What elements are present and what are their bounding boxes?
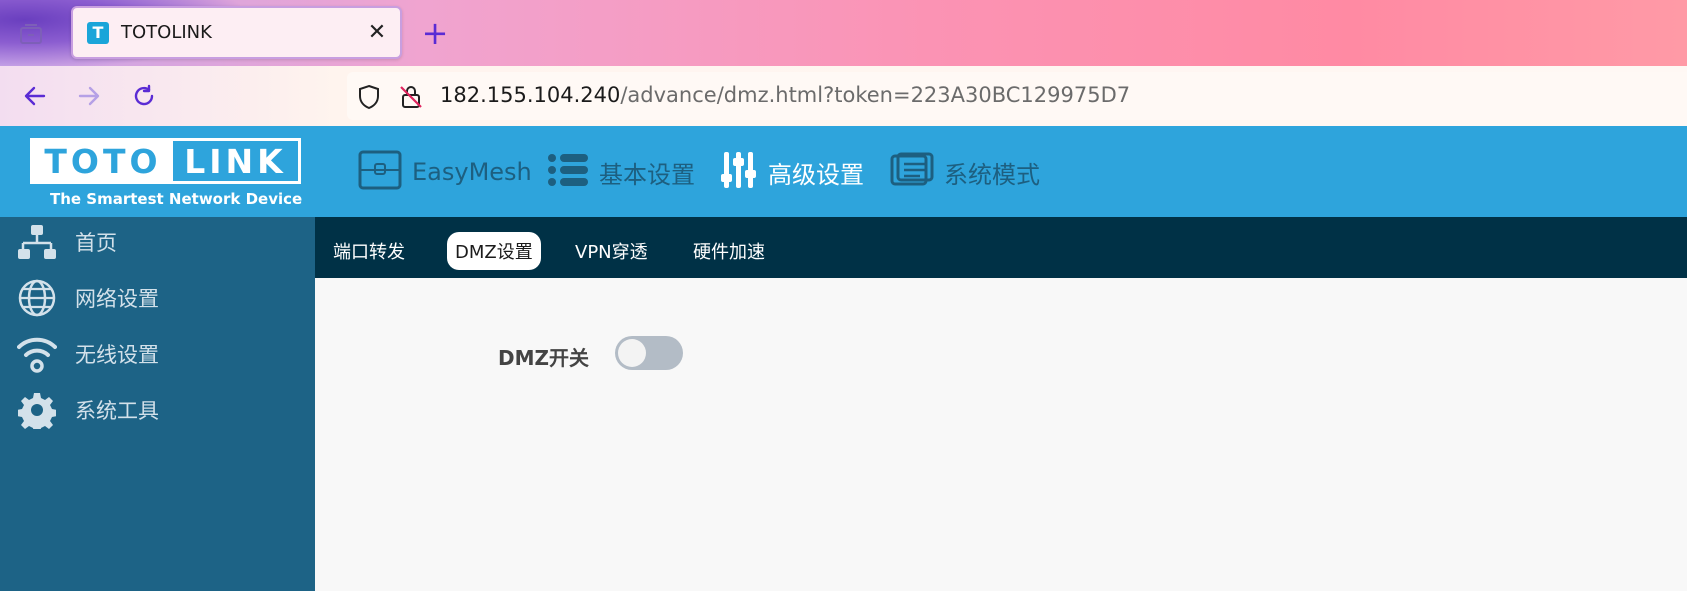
topnav-system-mode[interactable]: 系统模式 [890,150,1040,194]
browser-nav-bar: 182.155.104.240/advance/dmz.html?token=2… [0,66,1687,126]
tab-overview-icon[interactable] [16,20,46,48]
dmz-toggle-switch[interactable] [615,336,683,370]
close-icon[interactable]: ✕ [364,20,390,45]
shield-icon[interactable] [357,84,381,114]
sidebar-item-home[interactable]: 首页 [0,217,315,267]
tab-dmz-settings[interactable]: DMZ设置 [447,232,541,270]
tab-hardware-acceleration[interactable]: 硬件加速 [685,232,773,270]
url-path: /advance/dmz.html?token=223A30BC129975D7 [620,83,1131,107]
logo-text-left: TOTO [33,141,173,181]
toggle-knob [618,339,646,367]
reload-icon[interactable] [124,76,164,116]
main-content: DMZ开关 [315,278,1687,591]
back-arrow-icon[interactable] [15,76,55,116]
new-tab-button[interactable]: + [420,15,450,51]
list-icon [547,152,589,192]
topnav-label: EasyMesh [412,158,532,186]
browser-tab-strip: T TOTOLINK ✕ + [0,0,1687,66]
address-bar[interactable]: 182.155.104.240/advance/dmz.html?token=2… [347,72,1687,120]
tab-port-forwarding[interactable]: 端口转发 [325,232,413,270]
sidebar-item-network[interactable]: 网络设置 [0,273,315,323]
sidebar-item-label: 首页 [75,231,117,255]
tab-title: TOTOLINK [121,22,212,43]
logo-tagline: The Smartest Network Device [50,190,303,208]
sidebar-item-label: 网络设置 [75,287,159,311]
url-host: 182.155.104.240 [440,83,621,107]
topnav-basic-settings[interactable]: 基本设置 [547,150,695,194]
sidebar: 首页 网络设置 无线设置 系统工具 [0,217,315,591]
sidebar-item-label: 系统工具 [75,399,159,423]
topnav-label: 基本设置 [599,160,695,189]
totolink-logo[interactable]: TOTO LINK The Smartest Network Device [30,138,303,208]
sidebar-item-wireless[interactable]: 无线设置 [0,329,315,379]
gear-icon [15,388,59,432]
logo-box: TOTO LINK [30,138,301,184]
tab-vpn-passthrough[interactable]: VPN穿透 [567,232,656,270]
sub-navigation: 端口转发 DMZ设置 VPN穿透 硬件加速 [315,217,1687,278]
wifi-icon [15,332,59,376]
totolink-favicon-icon: T [87,21,109,44]
browser-tab[interactable]: T TOTOLINK ✕ [71,6,402,59]
insecure-lock-icon[interactable] [399,84,423,114]
logo-text-right: LINK [184,141,287,181]
network-topology-icon [15,220,59,264]
sidebar-item-system-tools[interactable]: 系统工具 [0,385,315,435]
router-header: TOTO LINK The Smartest Network Device Ea… [0,126,1687,217]
easymesh-icon [358,150,402,194]
globe-icon [15,276,59,320]
topnav-label: 系统模式 [944,160,1040,189]
topnav-label: 高级设置 [768,160,864,189]
sliders-icon [720,150,758,194]
topnav-easymesh[interactable]: EasyMesh [358,150,532,194]
url-text: 182.155.104.240/advance/dmz.html?token=2… [440,83,1130,107]
forward-arrow-icon[interactable] [69,76,109,116]
system-mode-icon [890,152,934,192]
sidebar-item-label: 无线设置 [75,343,159,367]
topnav-advanced-settings[interactable]: 高级设置 [720,150,864,194]
dmz-switch-label: DMZ开关 [498,346,590,370]
